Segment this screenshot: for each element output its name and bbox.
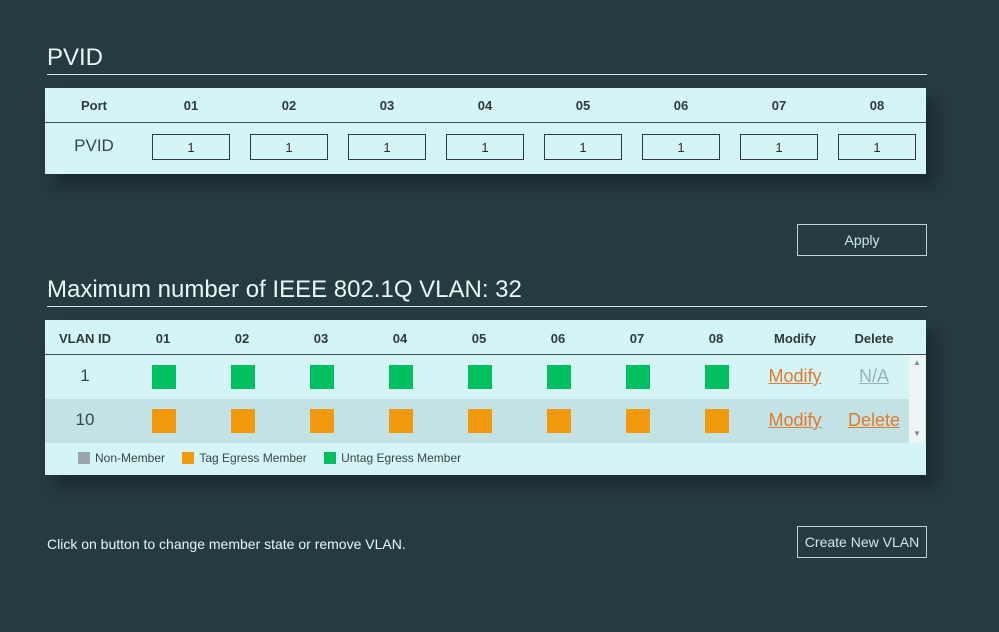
- legend-non-member: Non-Member: [78, 451, 165, 465]
- pvid-section-title: PVID: [47, 44, 927, 75]
- pvid-input-06[interactable]: [642, 134, 720, 160]
- member-state-toggle-07[interactable]: [626, 409, 650, 433]
- vlan-id-cell: 10: [75, 410, 95, 429]
- pvid-input-07[interactable]: [740, 134, 818, 160]
- member-state-toggle-01[interactable]: [152, 409, 176, 433]
- port-header-02: 02: [281, 98, 297, 113]
- pvid-row-label: PVID: [74, 136, 114, 155]
- member-state-toggle-04[interactable]: [389, 409, 413, 433]
- create-new-vlan-button[interactable]: Create New VLAN: [797, 526, 927, 558]
- member-state-toggle-08[interactable]: [705, 365, 729, 389]
- modify-link[interactable]: Modify: [755, 410, 835, 431]
- port-header-06: 06: [673, 98, 689, 113]
- member-state-toggle-05[interactable]: [468, 409, 492, 433]
- apply-button[interactable]: Apply: [797, 224, 927, 256]
- vlan-port-header-05: 05: [471, 331, 487, 346]
- member-state-toggle-04[interactable]: [389, 365, 413, 389]
- help-hint-text: Click on button to change member state o…: [47, 536, 406, 552]
- port-header-07: 07: [771, 98, 787, 113]
- member-state-toggle-01[interactable]: [152, 365, 176, 389]
- member-state-toggle-06[interactable]: [547, 409, 571, 433]
- vlan-id-cell: 1: [80, 366, 90, 385]
- vlan-row: 10 Modify Delete: [45, 399, 926, 443]
- vlan-id-column-header: VLAN ID: [59, 331, 111, 346]
- member-state-toggle-06[interactable]: [547, 365, 571, 389]
- pvid-header-row: Port 01 02 03 04 05 06 07 08: [45, 88, 926, 123]
- pvid-input-08[interactable]: [838, 134, 916, 160]
- vlan-section-title: Maximum number of IEEE 802.1Q VLAN: 32: [47, 276, 927, 307]
- member-state-toggle-07[interactable]: [626, 365, 650, 389]
- port-header-03: 03: [379, 98, 395, 113]
- vlan-port-header-03: 03: [313, 331, 329, 346]
- member-state-toggle-03[interactable]: [310, 365, 334, 389]
- legend-label: Tag Egress Member: [199, 451, 307, 465]
- tag-egress-swatch-icon: [182, 452, 195, 464]
- vlan-table-scrollbar[interactable]: ▲ ▼: [909, 355, 925, 443]
- legend-label: Non-Member: [95, 451, 166, 465]
- member-legend: Non-Member Tag Egress Member Untag Egres…: [78, 451, 475, 465]
- delete-link[interactable]: Delete: [834, 410, 914, 431]
- pvid-input-01[interactable]: [152, 134, 230, 160]
- vlan-port-header-08: 08: [708, 331, 724, 346]
- modify-link[interactable]: Modify: [755, 366, 835, 387]
- untag-egress-swatch-icon: [324, 452, 337, 464]
- vlan-row: 1 Modify N/A: [45, 355, 926, 399]
- member-state-toggle-05[interactable]: [468, 365, 492, 389]
- port-header-08: 08: [869, 98, 885, 113]
- scroll-down-arrow-icon[interactable]: ▼: [913, 429, 921, 438]
- vlan-port-header-01: 01: [155, 331, 171, 346]
- port-header-01: 01: [183, 98, 199, 113]
- pvid-input-03[interactable]: [348, 134, 426, 160]
- pvid-panel: Port 01 02 03 04 05 06 07 08 PVID: [45, 88, 926, 174]
- member-state-toggle-08[interactable]: [705, 409, 729, 433]
- non-member-swatch-icon: [78, 452, 90, 464]
- delete-link-disabled: N/A: [858, 366, 889, 386]
- port-header-05: 05: [575, 98, 591, 113]
- vlan-table-panel: VLAN ID 01 02 03 04 05 06 07 08 Modify D…: [45, 320, 926, 475]
- scroll-up-arrow-icon[interactable]: ▲: [913, 358, 921, 367]
- vlan-header-row: VLAN ID 01 02 03 04 05 06 07 08 Modify D…: [45, 320, 926, 355]
- vlan-port-header-06: 06: [550, 331, 566, 346]
- legend-untag-egress: Untag Egress Member: [324, 451, 461, 465]
- port-header-04: 04: [477, 98, 493, 113]
- member-state-toggle-02[interactable]: [231, 365, 255, 389]
- vlan-port-header-04: 04: [392, 331, 408, 346]
- member-state-toggle-03[interactable]: [310, 409, 334, 433]
- vlan-port-header-07: 07: [629, 331, 645, 346]
- legend-tag-egress: Tag Egress Member: [182, 451, 307, 465]
- pvid-input-02[interactable]: [250, 134, 328, 160]
- pvid-input-04[interactable]: [446, 134, 524, 160]
- delete-column-header: Delete: [854, 331, 894, 346]
- modify-column-header: Modify: [774, 331, 816, 346]
- member-state-toggle-02[interactable]: [231, 409, 255, 433]
- legend-label: Untag Egress Member: [341, 451, 462, 465]
- vlan-port-header-02: 02: [234, 331, 250, 346]
- port-column-header: Port: [81, 98, 107, 113]
- pvid-input-05[interactable]: [544, 134, 622, 160]
